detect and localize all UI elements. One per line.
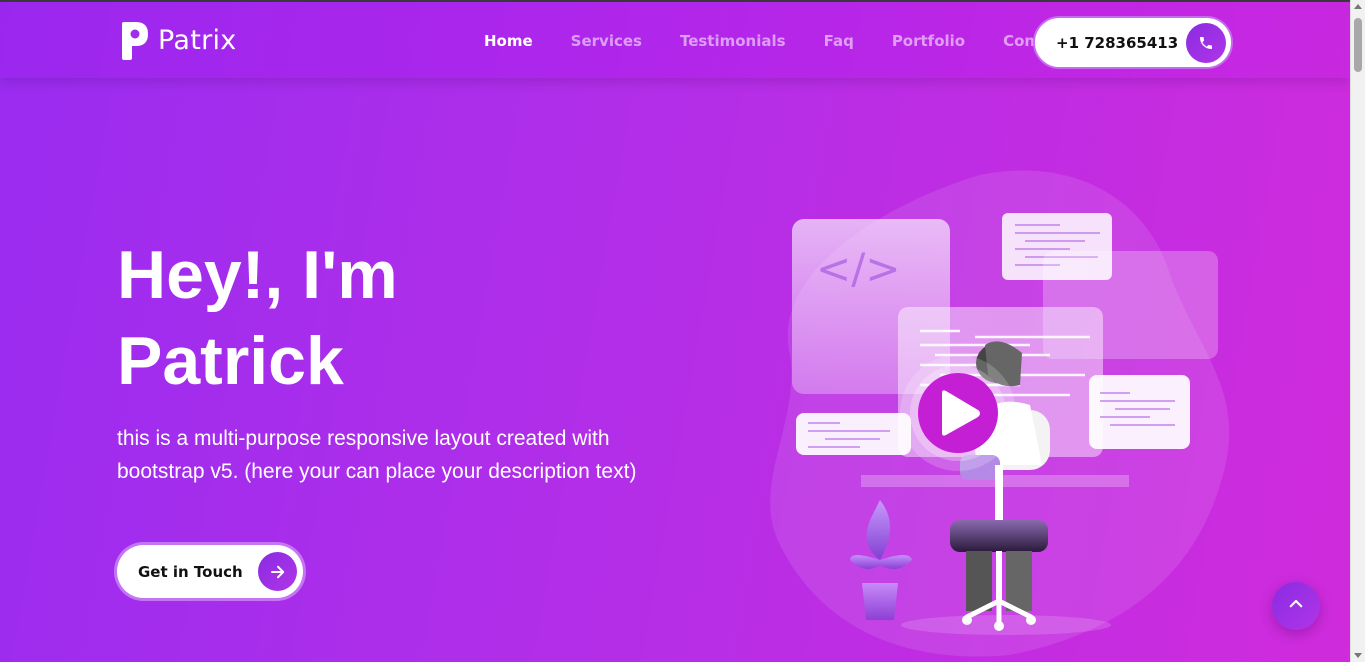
chair-seat xyxy=(950,520,1048,552)
nav-link-services[interactable]: Services xyxy=(571,32,642,50)
brand-name: Patrix xyxy=(158,24,237,56)
navbar: Patrix Home Services Testimonials Faq Po… xyxy=(0,2,1350,78)
get-in-touch-button[interactable]: Get in Touch xyxy=(117,545,303,598)
scroll-up-arrow-icon[interactable] xyxy=(1354,4,1362,9)
scroll-to-top-button[interactable] xyxy=(1272,582,1320,630)
chevron-up-icon xyxy=(1287,595,1305,618)
arrow-right-icon xyxy=(258,552,297,591)
nav-link-portfolio[interactable]: Portfolio xyxy=(892,32,965,50)
scroll-down-arrow-icon[interactable] xyxy=(1354,653,1362,658)
hero-title-line2: Patrick xyxy=(117,323,344,399)
hero-illustration: </> xyxy=(730,165,1240,662)
phone-icon xyxy=(1186,23,1226,63)
nav-link-testimonials[interactable]: Testimonials xyxy=(680,32,786,50)
get-in-touch-label: Get in Touch xyxy=(138,562,243,581)
main-nav: Home Services Testimonials Faq Portfolio… xyxy=(484,32,1106,50)
nav-link-home[interactable]: Home xyxy=(484,32,533,50)
phone-call-button[interactable]: +1 728365413 xyxy=(1033,16,1233,69)
code-symbol: </> xyxy=(816,244,901,293)
hero-description: this is a multi-purpose responsive layou… xyxy=(117,427,637,483)
phone-number: +1 728365413 xyxy=(1056,33,1179,52)
brand-logo[interactable]: Patrix xyxy=(120,20,237,60)
hero-title-line1: Hey!, I'm xyxy=(117,237,398,313)
nav-link-faq[interactable]: Faq xyxy=(824,32,854,50)
scrollbar-thumb[interactable] xyxy=(1354,18,1362,72)
p-logo-icon xyxy=(120,20,150,60)
hero-title: Hey!, I'm Patrick xyxy=(117,232,637,404)
page-scrollbar[interactable] xyxy=(1350,0,1365,662)
